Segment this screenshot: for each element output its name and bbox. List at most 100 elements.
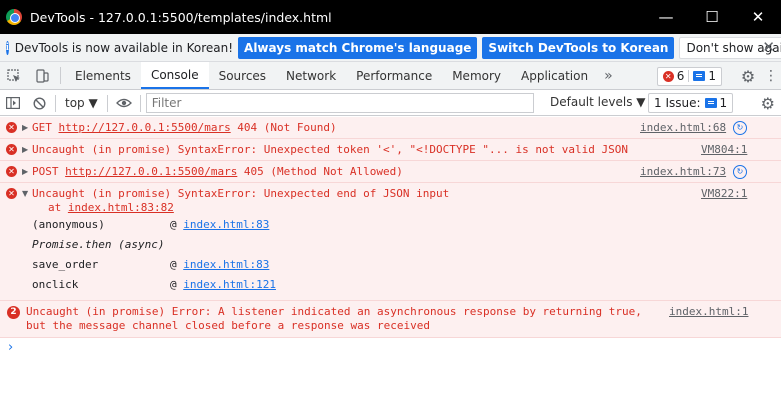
console-message[interactable]: ✕ ▶ POST http://127.0.0.1:5500/mars 405 … bbox=[0, 161, 781, 183]
context-selector[interactable]: top ▼ bbox=[59, 96, 104, 110]
message-text: GET http://127.0.0.1:5500/mars 404 (Not … bbox=[32, 121, 337, 135]
message-line: 2 Uncaught (in promise) Error: A listene… bbox=[0, 305, 781, 319]
error-icon: ✕ bbox=[6, 122, 17, 133]
tab-network[interactable]: Network bbox=[276, 62, 346, 89]
devtools-tabbar: Elements Console Sources Network Perform… bbox=[0, 62, 781, 90]
at-symbol: @ bbox=[170, 218, 184, 231]
message-icon bbox=[693, 71, 706, 81]
stack-at: @ index.html:121 bbox=[170, 275, 276, 295]
source-link[interactable]: index.html:73 bbox=[640, 165, 726, 179]
console-prompt[interactable]: › bbox=[8, 340, 13, 355]
stack-link[interactable]: index.html:83 bbox=[183, 218, 269, 231]
stack-function: (anonymous) bbox=[32, 218, 105, 231]
stack-at: @ index.html:83 bbox=[170, 255, 269, 275]
tabbar-right-controls: ✕ 6 1 ⚙ ⋮ bbox=[656, 62, 781, 90]
console-message-expanded[interactable]: ✕ ▼ Uncaught (in promise) SyntaxError: U… bbox=[0, 183, 781, 301]
console-messages: ✕ ▶ GET http://127.0.0.1:5500/mars 404 (… bbox=[0, 117, 781, 411]
always-match-language-button[interactable]: Always match Chrome's language bbox=[238, 36, 478, 59]
clear-console-icon[interactable] bbox=[26, 96, 52, 110]
stack-frame: save_order @ index.html:83 bbox=[0, 255, 781, 275]
console-message[interactable]: ✕ ▶ GET http://127.0.0.1:5500/mars 404 (… bbox=[0, 117, 781, 139]
message-text: but the message channel closed before a … bbox=[26, 319, 430, 332]
stack-location-link[interactable]: index.html:83:82 bbox=[68, 201, 174, 214]
stack-async-label: Promise.then (async) bbox=[32, 238, 165, 251]
toolbar-divider bbox=[106, 94, 108, 112]
message-line: ✕ ▶ POST http://127.0.0.1:5500/mars 405 … bbox=[0, 165, 781, 179]
issues-button[interactable]: 1 Issue: 1 bbox=[648, 93, 734, 113]
stack-location: at index.html:83:82 bbox=[48, 201, 174, 215]
repeat-count-badge: 2 bbox=[7, 306, 20, 319]
stack-function: onclick bbox=[32, 278, 79, 291]
language-infobar: i DevTools is now available in Korean! A… bbox=[0, 34, 781, 62]
infobar-close-icon[interactable]: ✕ bbox=[762, 38, 775, 56]
request-url-link[interactable]: http://127.0.0.1:5500/mars bbox=[65, 165, 237, 178]
message-line: ✕ ▶ GET http://127.0.0.1:5500/mars 404 (… bbox=[0, 121, 781, 135]
tab-console[interactable]: Console bbox=[140, 62, 209, 89]
live-expression-eye-icon[interactable] bbox=[111, 98, 137, 108]
more-options-icon[interactable]: ⋮ bbox=[761, 68, 781, 84]
toolbar-divider bbox=[55, 94, 56, 112]
expand-triangle-icon[interactable]: ▶ bbox=[22, 121, 28, 135]
message-line: ✕ ▼ Uncaught (in promise) SyntaxError: U… bbox=[0, 187, 781, 201]
stack-function: save_order bbox=[32, 258, 99, 271]
device-toolbar-icon[interactable] bbox=[28, 62, 56, 89]
expand-triangle-icon[interactable]: ▶ bbox=[22, 143, 28, 157]
message-text: Uncaught (in promise) Error: A listener … bbox=[26, 305, 642, 318]
issues-count: 1 bbox=[719, 96, 728, 110]
sidebar-toggle-icon[interactable] bbox=[0, 97, 26, 109]
network-request-icon[interactable]: ↻ bbox=[733, 165, 747, 179]
console-message[interactable]: 2 Uncaught (in promise) Error: A listene… bbox=[0, 301, 781, 338]
message-line: ✕ ▶ Uncaught (in promise) SyntaxError: U… bbox=[0, 143, 781, 157]
at-prefix: at bbox=[48, 201, 68, 214]
minimize-button[interactable]: — bbox=[643, 0, 689, 34]
source-link[interactable]: index.html:1 bbox=[669, 305, 748, 319]
stack-link[interactable]: index.html:83 bbox=[183, 258, 269, 271]
request-status: 405 (Method Not Allowed) bbox=[237, 165, 403, 178]
chrome-logo-icon bbox=[6, 9, 22, 25]
request-url-link[interactable]: http://127.0.0.1:5500/mars bbox=[59, 121, 231, 134]
close-window-button[interactable]: ✕ bbox=[735, 0, 781, 34]
stack-at: @ index.html:83 bbox=[170, 215, 269, 235]
tab-application[interactable]: Application bbox=[511, 62, 598, 89]
infobar-message: DevTools is now available in Korean! bbox=[14, 40, 234, 55]
stack-link[interactable]: index.html:121 bbox=[183, 278, 276, 291]
issue-message-icon bbox=[704, 98, 717, 108]
filter-input[interactable] bbox=[145, 93, 534, 113]
source-link[interactable]: VM822:1 bbox=[701, 187, 747, 201]
error-counter[interactable]: ✕ 6 1 bbox=[656, 66, 722, 86]
collapse-triangle-icon[interactable]: ▼ bbox=[22, 187, 28, 201]
tab-sources[interactable]: Sources bbox=[209, 62, 276, 89]
tab-memory[interactable]: Memory bbox=[442, 62, 511, 89]
tab-performance[interactable]: Performance bbox=[346, 62, 442, 89]
network-request-icon[interactable]: ↻ bbox=[733, 121, 747, 135]
message-line: at index.html:83:82 bbox=[0, 201, 781, 215]
window-title: DevTools - 127.0.0.1:5500/templates/inde… bbox=[30, 9, 332, 25]
message-text: POST http://127.0.0.1:5500/mars 405 (Met… bbox=[32, 165, 403, 179]
message-count: 1 bbox=[708, 69, 716, 83]
console-toolbar: top ▼ Default levels ▼ 1 Issue: 1 ⚙ bbox=[0, 91, 781, 116]
toolbar-divider bbox=[60, 67, 61, 84]
settings-gear-icon[interactable]: ⚙ bbox=[735, 67, 761, 86]
stack-frame: onclick @ index.html:121 bbox=[0, 275, 781, 295]
tab-elements[interactable]: Elements bbox=[65, 62, 141, 89]
stack-frame: (anonymous) @ index.html:83 bbox=[0, 215, 781, 235]
maximize-button[interactable]: ☐ bbox=[689, 0, 735, 34]
message-line: but the message channel closed before a … bbox=[0, 319, 781, 333]
console-message[interactable]: ✕ ▶ Uncaught (in promise) SyntaxError: U… bbox=[0, 139, 781, 161]
switch-to-korean-button[interactable]: Switch DevTools to Korean bbox=[482, 36, 675, 59]
inspect-element-icon[interactable] bbox=[0, 62, 28, 89]
expand-triangle-icon[interactable]: ▶ bbox=[22, 165, 28, 179]
at-symbol: @ bbox=[170, 258, 184, 271]
console-settings-gear-icon[interactable]: ⚙ bbox=[761, 94, 775, 113]
log-levels-dropdown[interactable]: Default levels ▼ bbox=[550, 95, 646, 109]
error-icon: ✕ bbox=[6, 188, 17, 199]
source-link[interactable]: VM804:1 bbox=[701, 143, 747, 157]
message-text: Uncaught (in promise) SyntaxError: Unexp… bbox=[32, 187, 450, 200]
error-icon: ✕ bbox=[662, 70, 674, 82]
source-link[interactable]: index.html:68 bbox=[640, 121, 726, 135]
request-status: 404 (Not Found) bbox=[230, 121, 337, 134]
window-controls: — ☐ ✕ bbox=[643, 0, 781, 34]
request-method: POST bbox=[32, 165, 66, 178]
more-tabs-icon[interactable]: » bbox=[598, 62, 619, 89]
issues-label: 1 Issue: bbox=[654, 96, 701, 110]
